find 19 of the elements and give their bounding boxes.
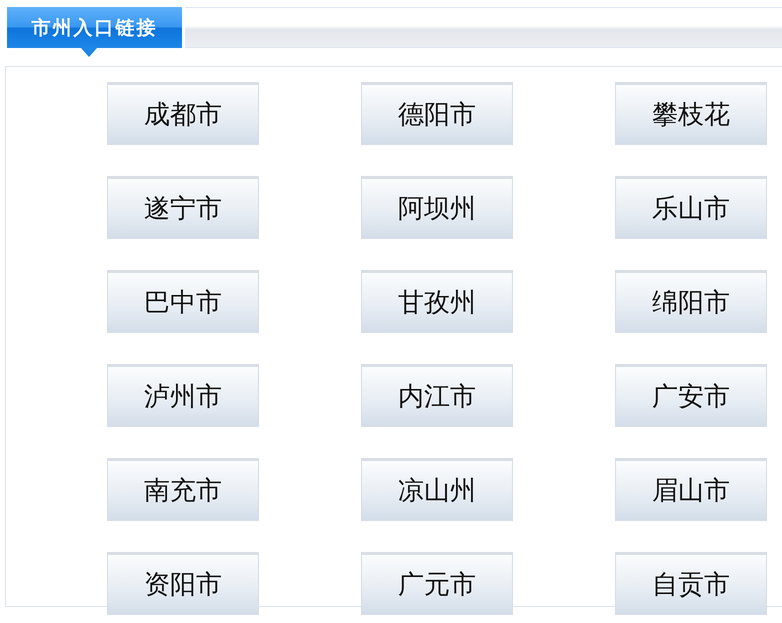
tab-pointer-icon [81, 48, 97, 57]
city-link-button[interactable]: 甘孜州 [361, 270, 513, 333]
city-link-button[interactable]: 乐山市 [615, 176, 767, 239]
city-link-button[interactable]: 成都市 [107, 82, 259, 145]
city-link-button[interactable]: 泸州市 [107, 364, 259, 427]
city-link-button[interactable]: 广元市 [361, 552, 513, 615]
city-link-button[interactable]: 内江市 [361, 364, 513, 427]
city-link-button[interactable]: 绵阳市 [615, 270, 767, 333]
city-link-button[interactable]: 阿坝州 [361, 176, 513, 239]
city-link-button[interactable]: 南充市 [107, 458, 259, 521]
city-link-button[interactable]: 德阳市 [361, 82, 513, 145]
city-link-button[interactable]: 眉山市 [615, 458, 767, 521]
city-link-button[interactable]: 广安市 [615, 364, 767, 427]
city-link-button[interactable]: 自贡市 [615, 552, 767, 615]
city-link-button[interactable]: 凉山州 [361, 458, 513, 521]
city-link-button[interactable]: 攀枝花 [615, 82, 767, 145]
city-link-button[interactable]: 巴中市 [107, 270, 259, 333]
city-link-button[interactable]: 资阳市 [107, 552, 259, 615]
city-link-button[interactable]: 遂宁市 [107, 176, 259, 239]
